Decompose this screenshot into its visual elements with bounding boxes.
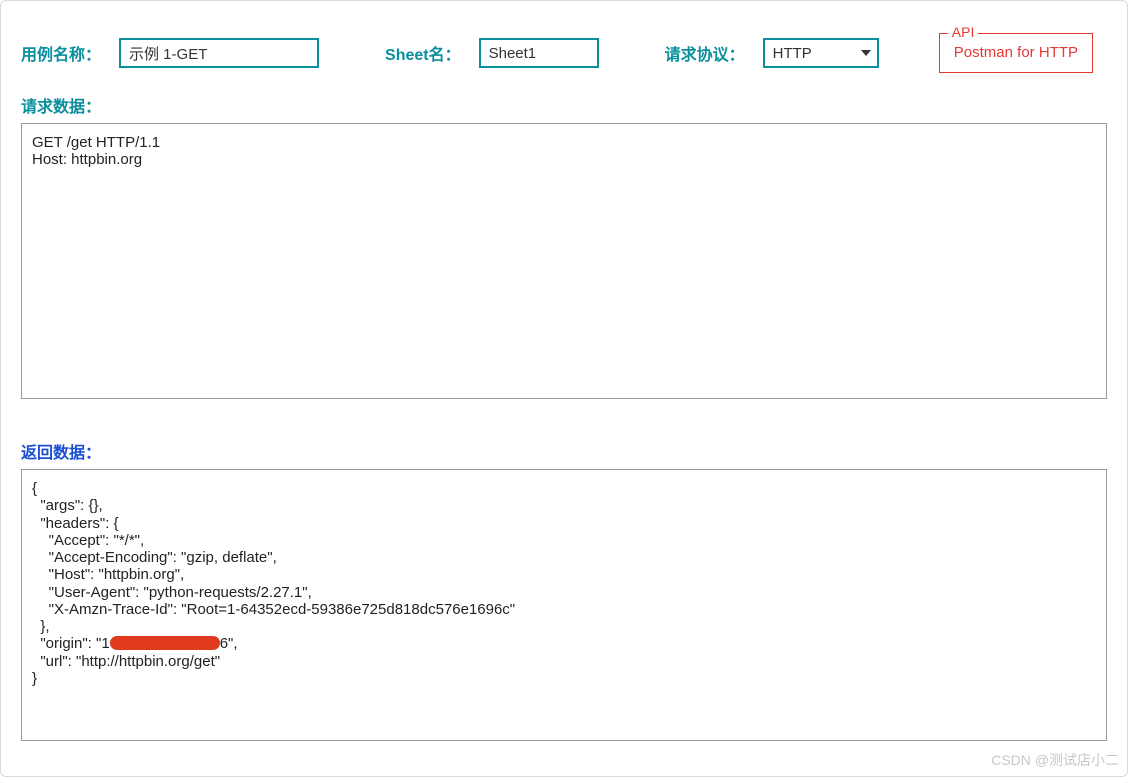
response-section-label: 返回数据： — [1, 399, 1127, 469]
redacted-origin — [110, 636, 220, 650]
request-body-text: GET /get HTTP/1.1 Host: httpbin.org — [32, 134, 1096, 169]
postman-link[interactable]: Postman for HTTP — [954, 44, 1078, 61]
protocol-label: 请求协议： — [665, 41, 745, 65]
watermark-text: CSDN @测试店小二 — [991, 750, 1119, 770]
panel: 用例名称： Sheet名： 请求协议： API Postman for HTTP… — [0, 0, 1128, 777]
protocol-value[interactable] — [765, 40, 855, 66]
sheet-name-input[interactable] — [479, 38, 599, 68]
case-name-input[interactable] — [119, 38, 319, 68]
case-name-label: 用例名称： — [21, 41, 101, 65]
response-body-text: { "args": {}, "headers": { "Accept": "*/… — [32, 480, 1096, 687]
api-groupbox-legend: API — [948, 24, 979, 40]
protocol-select[interactable] — [763, 38, 879, 68]
request-body-textarea[interactable]: GET /get HTTP/1.1 Host: httpbin.org — [21, 123, 1107, 399]
chevron-down-icon — [861, 50, 871, 56]
api-groupbox: API Postman for HTTP — [939, 33, 1093, 73]
sheet-name-label: Sheet名： — [385, 41, 461, 65]
response-body-textarea[interactable]: { "args": {}, "headers": { "Accept": "*/… — [21, 469, 1107, 741]
header-row: 用例名称： Sheet名： 请求协议： API Postman for HTTP — [1, 21, 1127, 79]
request-section-label: 请求数据： — [1, 79, 1127, 123]
